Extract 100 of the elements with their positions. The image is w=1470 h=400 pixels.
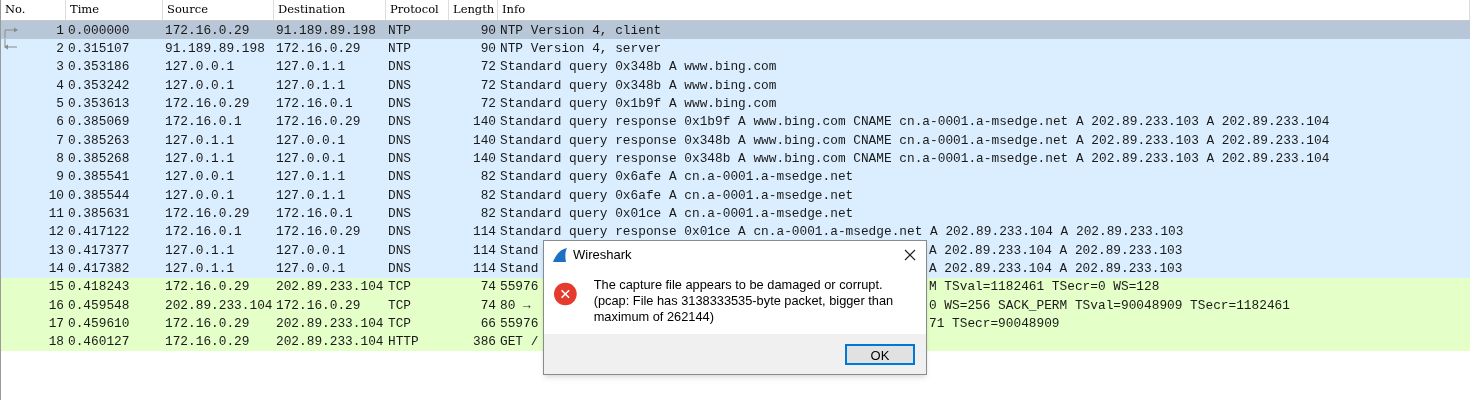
table-cell-text: Standard query response 0x348b A www.bing.com CNAME cn.a-0001.a-msedge.net A 202.89.233.103 A 202.89.233.104 — [500, 150, 1330, 168]
table-cell-text: 202.89.233.104 — [165, 296, 273, 315]
table-cell-text: 11 — [48, 205, 64, 223]
table-cell-text: 172.16.0.29 — [276, 296, 361, 315]
table-cell-text: 172.16.0.29 — [165, 278, 250, 297]
table-cell-text: 172.16.0.1 — [276, 205, 353, 223]
table-cell-text: Stand — [500, 260, 539, 279]
table-cell-text: 9 — [56, 168, 64, 187]
table-cell-text: DNS — [388, 94, 412, 113]
table-cell-text: 172.16.0.29 — [276, 223, 361, 242]
table-cell-text: 0 WS=256 SACK_PERM TSval=90048909 TSecr=1182461 — [929, 296, 1290, 315]
table-cell-text: 0.353613 — [68, 94, 130, 113]
table-cell-text: 127.0.0.1 — [276, 241, 346, 260]
table-cell-text: Standard query 0x348b A www.bing.com — [500, 58, 777, 77]
table-cell-text: 0.385541 — [68, 168, 130, 187]
table-cell-text: 0.353242 — [68, 76, 130, 95]
table-cell-text: 82 — [480, 205, 496, 223]
table-cell-text: 13 — [48, 241, 64, 260]
table-cell-text: 127.0.0.1 — [165, 168, 235, 187]
table-cell-text: 172.16.0.1 — [165, 113, 242, 132]
table-cell-text: 80 → — [500, 296, 531, 315]
table-cell-text: 14 — [48, 260, 64, 279]
dialog-title: Wireshark — [573, 246, 632, 265]
table-cell-text: 91.189.89.198 — [276, 21, 376, 40]
table-cell-text: 127.0.0.1 — [165, 186, 235, 205]
table-cell-text: 127.0.1.1 — [165, 241, 235, 260]
table-cell-text: 127.0.0.1 — [165, 76, 235, 95]
table-cell-text: TCP — [388, 315, 412, 334]
table-cell-text: DNS — [388, 186, 412, 205]
table-cell-text: 6 — [56, 113, 64, 132]
table-cell-text: 0.460127 — [68, 333, 130, 352]
table-cell-text: 82 — [480, 186, 496, 205]
table-cell-text: 10 — [48, 186, 64, 205]
table-cell-text: 202.89.233.104 — [276, 333, 384, 352]
table-cell-text: 114 — [472, 260, 496, 279]
table-cell-text: 127.0.0.1 — [276, 260, 346, 279]
error-detail: (pcap: File has 3138333535-byte packet, bigger than maximum of 262144) — [593, 293, 895, 325]
table-cell-text: 0.459548 — [68, 296, 130, 315]
table-cell-text: Standard query 0x6afe A cn.a-0001.a-msedge.net — [500, 186, 854, 205]
table-cell-text: 0.418243 — [68, 278, 130, 297]
table-cell-text: 55976 — [500, 278, 539, 297]
table-cell-text: 127.0.1.1 — [276, 58, 346, 77]
table-cell-text: A 202.89.233.104 A 202.89.233.103 — [929, 241, 1183, 260]
table-cell-text: 202.89.233.104 — [276, 278, 384, 297]
table-cell-text: 74 — [480, 296, 496, 315]
table-cell-text: DNS — [388, 113, 412, 132]
table-cell-text: DNS — [388, 58, 412, 77]
table-cell-text: NTP Version 4, client — [500, 21, 662, 40]
table-cell-text: 202.89.233.104 — [276, 315, 384, 334]
table-cell-text: HTTP — [388, 333, 419, 352]
table-cell-text: 66 — [480, 315, 496, 334]
table-cell-text: 90 — [480, 39, 496, 58]
table-cell-text: 386 — [472, 333, 496, 352]
table-cell-text: 0.417122 — [68, 223, 130, 242]
table-cell-text: 172.16.0.1 — [276, 94, 353, 113]
table-cell-text: 127.0.0.1 — [276, 150, 346, 168]
table-cell-text: DNS — [388, 168, 412, 187]
table-cell-text: Standard query response 0x1b9f A www.bing.com CNAME cn.a-0001.a-msedge.net A 202.89.233.103 A 202.89.233.104 — [500, 113, 1330, 132]
table-cell-text: 172.16.0.29 — [276, 39, 361, 58]
table-cell-text: 127.0.1.1 — [165, 150, 235, 168]
table-cell-text: 127.0.0.1 — [276, 131, 346, 150]
table-cell-text: 140 — [472, 113, 496, 132]
error-message: The capture file appears to be damaged or corrupt. — [593, 277, 884, 293]
table-cell-text: 127.0.1.1 — [276, 168, 346, 187]
table-cell-text: Standard query 0x6afe A cn.a-0001.a-msedge.net — [500, 168, 854, 187]
table-cell-text: DNS — [388, 260, 412, 279]
table-cell-text: 127.0.1.1 — [276, 186, 346, 205]
table-cell-text: TCP — [388, 278, 412, 297]
table-cell-text: 16 — [48, 296, 64, 315]
table-cell-text: NTP — [388, 21, 412, 40]
table-cell-text: DNS — [388, 131, 412, 150]
table-cell-text: 3 — [56, 58, 64, 77]
table-cell-text: DNS — [388, 76, 412, 95]
table-cell-text: DNS — [388, 241, 412, 260]
table-cell-text: Stand — [500, 241, 539, 260]
table-cell-text: 0.385631 — [68, 205, 130, 223]
table-cell-text: DNS — [388, 150, 412, 168]
table-cell-text: 72 — [480, 94, 496, 113]
table-cell-text: 18 — [48, 333, 64, 352]
table-cell-text: DNS — [388, 223, 412, 242]
table-cell-text: 114 — [472, 241, 496, 260]
table-cell-text: 127.0.0.1 — [165, 58, 235, 77]
table-cell-text: 17 — [48, 315, 64, 334]
table-cell-text: NTP — [388, 39, 412, 58]
table-cell-text: 82 — [480, 168, 496, 187]
table-cell-text: Standard query 0x348b A www.bing.com — [500, 76, 777, 95]
table-cell-text: 2 — [56, 39, 64, 58]
table-cell-text: 127.0.1.1 — [165, 131, 235, 150]
table-cell-text: 172.16.0.29 — [276, 113, 361, 132]
table-cell-text: 127.0.1.1 — [165, 260, 235, 279]
table-cell-text: Standard query response 0x01ce A cn.a-0001.a-msedge.net A 202.89.233.104 A 202.89.233.103 — [500, 223, 1184, 242]
table-cell-text: Standard query 0x01ce A cn.a-0001.a-msedge.net — [500, 205, 854, 223]
table-cell-text: 7 — [56, 131, 64, 150]
table-cell-text: 8 — [56, 150, 64, 168]
table-cell-text: 1 — [56, 21, 64, 40]
table-cell-text: 90 — [480, 21, 496, 40]
table-cell-text: 5 — [56, 94, 64, 113]
table-cell-text: 4 — [56, 76, 64, 95]
table-cell-text: 0.315107 — [68, 39, 130, 58]
table-cell-text: 0.000000 — [68, 21, 130, 40]
